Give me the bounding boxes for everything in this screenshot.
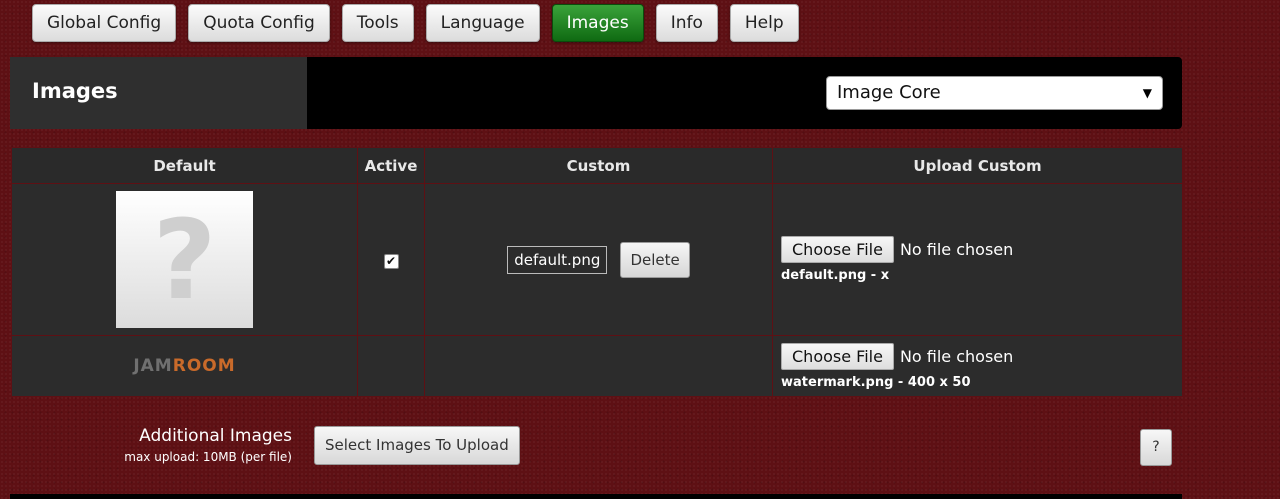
images-table: Default Active Custom Upload Custom ? ✔ … [11, 147, 1183, 397]
additional-images-title: Additional Images [139, 426, 292, 446]
delete-button[interactable]: Delete [620, 241, 690, 278]
tab-images[interactable]: Images [551, 4, 644, 42]
tab-language[interactable]: Language [425, 4, 540, 42]
question-mark-icon: ? [116, 191, 253, 328]
help-icon[interactable]: ? [1140, 429, 1172, 466]
choose-file-button[interactable]: Choose File [781, 342, 894, 370]
tab-info[interactable]: Info [655, 4, 718, 42]
file-input: Choose File No file chosen [781, 236, 1182, 263]
custom-image-cell: default.png Delete [424, 183, 773, 336]
file-status: No file chosen [899, 240, 1014, 259]
tab-tools[interactable]: Tools [341, 4, 414, 42]
module-select[interactable]: Image Core ▼ [826, 76, 1163, 110]
active-cell: ✔ [357, 183, 425, 336]
upload-cell: Choose File No file chosen watermark.png… [772, 335, 1183, 397]
active-checkbox[interactable]: ✔ [383, 254, 399, 269]
tab-help[interactable]: Help [729, 4, 799, 42]
choose-file-button[interactable]: Choose File [781, 236, 894, 263]
column-header-upload: Upload Custom [772, 147, 1183, 184]
jamroom-logo: JAMROOM [133, 356, 236, 376]
tab-bar: Global Config Quota Config Tools Languag… [32, 4, 811, 42]
module-select-value: Image Core [837, 82, 941, 103]
column-header-default: Default [11, 147, 358, 184]
column-header-active: Active [357, 147, 425, 184]
page-header: Images Image Core ▼ [10, 57, 1182, 129]
file-input: Choose File No file chosen [781, 342, 1182, 370]
active-cell [357, 335, 425, 397]
column-header-custom: Custom [424, 147, 773, 184]
upload-cell: Choose File No file chosen default.png -… [772, 183, 1183, 336]
custom-image: default.png [507, 245, 608, 274]
custom-image-cell [424, 335, 773, 397]
page-title: Images [32, 79, 118, 103]
chevron-down-icon: ▼ [1142, 86, 1152, 100]
divider [10, 494, 1182, 499]
default-image-cell: JAMROOM [11, 335, 358, 397]
select-images-button[interactable]: Select Images To Upload [314, 426, 520, 465]
additional-images-label: Additional Images max upload: 10MB (per … [100, 426, 292, 464]
table-header-row: Default Active Custom Upload Custom [11, 147, 1183, 184]
max-upload-note: max upload: 10MB (per file) [124, 450, 292, 464]
file-info: default.png - x [781, 268, 890, 283]
default-image-cell: ? [11, 183, 358, 336]
title-box: Images [10, 57, 307, 129]
table-row: JAMROOM Choose File No file chosen water… [11, 335, 1183, 397]
table-row: ? ✔ default.png Delete Choose File No fi… [11, 183, 1183, 336]
tab-quota-config[interactable]: Quota Config [188, 4, 330, 42]
file-info: watermark.png - 400 x 50 [781, 374, 971, 390]
file-status: No file chosen [899, 346, 1014, 366]
tab-global-config[interactable]: Global Config [32, 4, 177, 42]
